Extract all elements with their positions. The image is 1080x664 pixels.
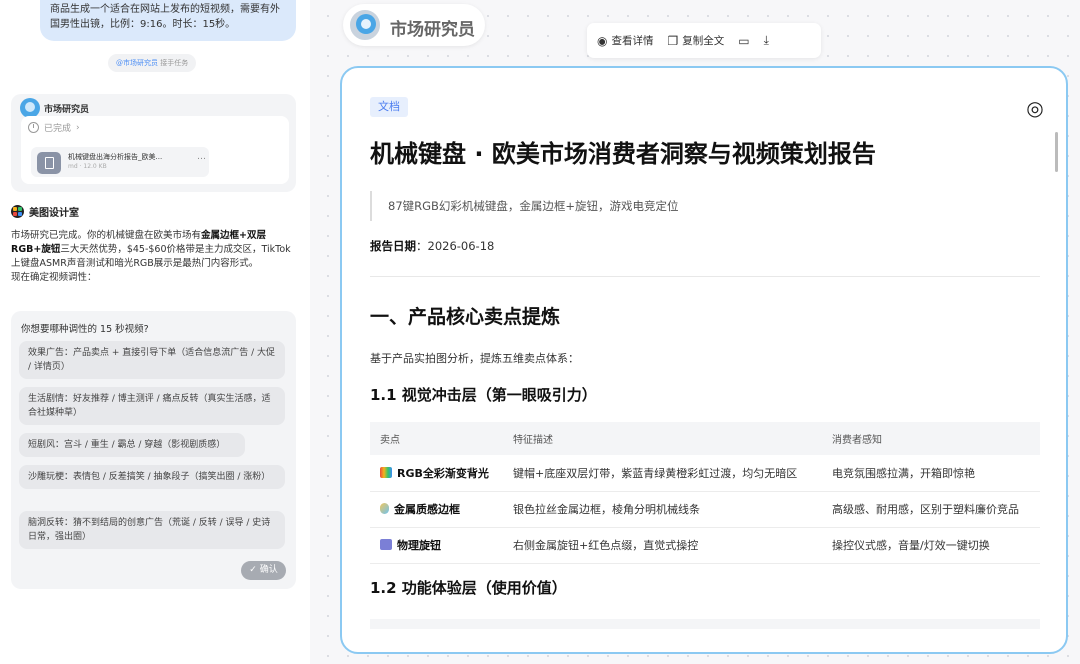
- selling-point: 物理旋钮: [397, 539, 441, 552]
- table-cell: 银色拉丝金属边框，棱角分明机械线条: [503, 491, 822, 528]
- option-short-drama[interactable]: 短剧风：宫斗 / 重生 / 霸总 / 穿越（影视剧质感）: [19, 433, 245, 457]
- task-status[interactable]: 已完成 ›: [28, 121, 80, 134]
- table-cell: 高级感、耐用感，区别于塑料廉价竞品: [822, 491, 1040, 528]
- designer-name: 美图设计室: [29, 208, 79, 219]
- agent-pill[interactable]: 市场研究员: [343, 4, 485, 46]
- table-cell: 金属质感边框: [370, 491, 503, 528]
- designer-header: 美图设计室: [11, 204, 79, 219]
- table-header-row: 卖点 特征描述 消费者感知: [370, 422, 1040, 455]
- agent-name: 市场研究员: [44, 104, 90, 115]
- document-toolbar: ◉ 查看详情 ❐ 复制全文 ▭ ⤓: [587, 23, 821, 58]
- question-card: 你想要哪种调性的 15 秒视频? 效果广告：产品卖点 + 直接引导下单（适合信息…: [11, 311, 296, 589]
- table-header: 消费者感知: [822, 422, 1040, 455]
- mention-suffix: 接手任务: [160, 59, 189, 67]
- next-table-header: [370, 619, 1040, 629]
- agent-header: 市场研究员: [20, 98, 89, 118]
- download-button[interactable]: ⤓: [764, 33, 769, 48]
- report-date-label: 报告日期: [370, 239, 416, 253]
- report-date-value: ：2026-06-18: [416, 239, 495, 253]
- eye-icon[interactable]: ◎: [1023, 96, 1047, 120]
- table-cell: 右侧金属旋钮+红色点缀，直觉式操控: [503, 527, 822, 564]
- agent-pill-name: 市场研究员: [390, 20, 475, 40]
- copy-all-button[interactable]: ❐ 复制全文: [667, 33, 724, 48]
- diamond-icon: [380, 503, 389, 514]
- more-icon[interactable]: …: [197, 152, 206, 162]
- copy-icon: ❐: [667, 33, 679, 48]
- chat-panel: 商品生成一个适合在网站上发布的短视频，需要有外国男性出镜，比例：9:16。时长：…: [0, 0, 310, 664]
- question-title: 你想要哪种调性的 15 秒视频?: [21, 324, 149, 335]
- confirm-button[interactable]: ✓ 确认: [241, 561, 286, 580]
- designer-message: 市场研究已完成。你的机械键盘在欧美市场有金属边框+双层RGB+旋钮三大天然优势，…: [11, 229, 291, 285]
- table-cell: 物理旋钮: [370, 527, 503, 564]
- subsection-heading-1: 1.1 视觉冲击层（第一眼吸引力）: [370, 386, 597, 404]
- message-text-3: 现在确定视频调性：: [11, 272, 97, 283]
- clock-icon: [28, 122, 39, 133]
- document-title: 机械键盘 · 欧美市场消费者洞察与视频策划报告: [370, 140, 876, 168]
- file-attachment[interactable]: 机械键盘出海分析报告_欧美... md · 12.0 KB …: [31, 147, 209, 177]
- agent-result-card: 市场研究员 已完成 › 机械键盘出海分析报告_欧美... md · 12.0 K…: [11, 94, 296, 192]
- option-meme[interactable]: 沙雕玩梗：表情包 / 反差搞笑 / 抽象段子（搞笑出圈 / 涨粉）: [19, 465, 285, 489]
- copy-all-label: 复制全文: [682, 35, 725, 47]
- table-cell: 键帽+底座双层灯带，紫蓝青绿黄橙彩虹过渡，均匀无暗区: [503, 455, 822, 492]
- agent-avatar-large: [348, 8, 382, 42]
- divider: [370, 276, 1040, 277]
- selling-points-table: 卖点 特征描述 消费者感知 RGB全彩渐变背光 键帽+底座双层灯带，紫蓝青绿黄橙…: [370, 422, 1040, 564]
- download-icon: ⤓: [763, 33, 769, 47]
- section-heading: 一、产品核心卖点提炼: [370, 306, 561, 328]
- file-meta: md · 12.0 KB: [68, 163, 107, 170]
- comment-icon: ▭: [738, 33, 750, 48]
- view-details-label: 查看详情: [611, 35, 654, 47]
- subsection-heading-2: 1.2 功能体验层（使用价值）: [370, 579, 567, 597]
- doc-quote: 87键RGB幻彩机械键盘，金属边框+旋钮，游戏电竞定位: [370, 191, 1040, 221]
- message-text-1: 市场研究已完成。你的机械键盘在欧美市场有: [11, 230, 202, 241]
- doc-type-tag: 文档: [370, 97, 408, 117]
- table-header: 特征描述: [503, 422, 822, 455]
- agent-output-box: 已完成 › 机械键盘出海分析报告_欧美... md · 12.0 KB …: [21, 116, 289, 184]
- file-name: 机械键盘出海分析报告_欧美...: [68, 153, 163, 161]
- chevron-right-icon: ›: [76, 122, 80, 133]
- selling-point: 金属质感边框: [394, 503, 460, 516]
- option-life-drama[interactable]: 生活剧情：好友推荐 / 博主测评 / 痛点反转（真实生活感，适合社媒种草）: [19, 387, 285, 425]
- document-icon: [37, 152, 61, 174]
- knob-icon: [380, 539, 392, 550]
- comment-button[interactable]: ▭: [738, 34, 749, 48]
- eye-icon: ◉: [597, 33, 608, 48]
- canvas-area: 市场研究员 ◉ 查看详情 ❐ 复制全文 ▭ ⤓ 文档 ◎ 机械键盘 · 欧美市场…: [310, 0, 1080, 664]
- section-paragraph: 基于产品实拍图分析，提炼五维卖点体系：: [370, 352, 579, 365]
- table-row: 物理旋钮 右侧金属旋钮+红色点缀，直觉式操控 操控仪式感，音量/灯效一键切换: [370, 527, 1040, 564]
- view-details-button[interactable]: ◉ 查看详情: [597, 33, 653, 48]
- mention-name[interactable]: @市场研究员: [116, 59, 158, 67]
- status-text: 已完成: [44, 124, 72, 134]
- option-twist[interactable]: 脑洞反转：猜不到结局的创意广告（荒诞 / 反转 / 误导 / 史诗日常，强出圈）: [19, 511, 285, 549]
- document-card: 文档 ◎ 机械键盘 · 欧美市场消费者洞察与视频策划报告 87键RGB幻彩机械键…: [340, 66, 1068, 654]
- agent-avatar: [20, 98, 40, 118]
- table-row: RGB全彩渐变背光 键帽+底座双层灯带，紫蓝青绿黄橙彩虹过渡，均匀无暗区 电竞氛…: [370, 455, 1040, 492]
- report-date: 报告日期：2026-06-18: [370, 238, 494, 254]
- table-cell: 操控仪式感，音量/灯效一键切换: [822, 527, 1040, 564]
- scrollbar[interactable]: [1055, 132, 1058, 172]
- table-header: 卖点: [370, 422, 503, 455]
- option-effect-ad[interactable]: 效果广告：产品卖点 + 直接引导下单（适合信息流广告 / 大促 / 详情页）: [19, 341, 285, 379]
- handoff-badge: @市场研究员 接手任务: [108, 54, 197, 72]
- rainbow-icon: [380, 466, 392, 478]
- table-row: 金属质感边框 银色拉丝金属边框，棱角分明机械线条 高级感、耐用感，区别于塑料廉价…: [370, 491, 1040, 528]
- selling-point: RGB全彩渐变背光: [397, 466, 489, 480]
- table-cell: RGB全彩渐变背光: [370, 455, 503, 492]
- designer-logo-icon: [11, 205, 24, 218]
- table-cell: 电竞氛围感拉满，开箱即惊艳: [822, 455, 1040, 492]
- user-message-bubble: 商品生成一个适合在网站上发布的短视频，需要有外国男性出镜，比例：9:16。时长：…: [40, 0, 296, 41]
